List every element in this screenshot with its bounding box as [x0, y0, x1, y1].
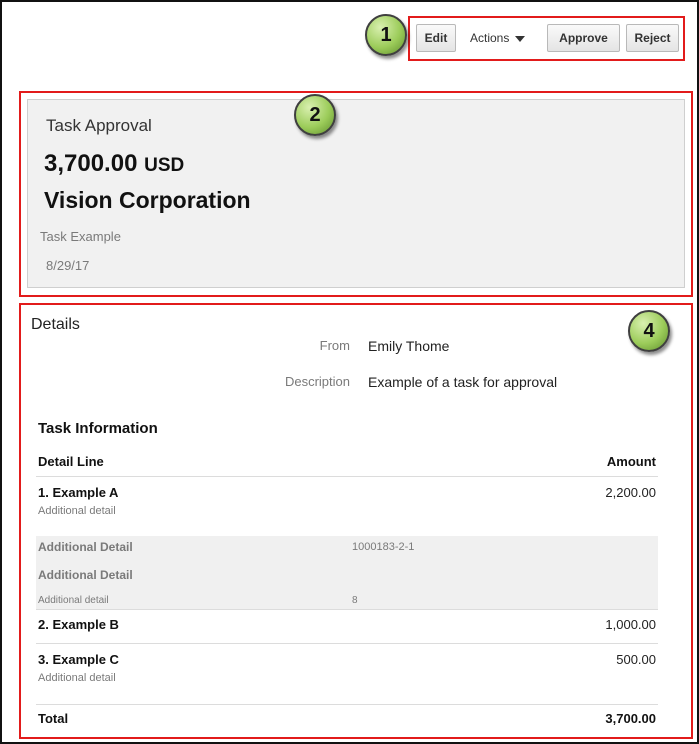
- edit-button[interactable]: Edit: [416, 24, 456, 52]
- line-2-amount: 1,000.00: [605, 617, 656, 632]
- task-type: Task Approval: [46, 116, 152, 135]
- currency-code: USD: [144, 155, 185, 176]
- from-label: From: [319, 338, 350, 353]
- total-label: Total: [38, 711, 69, 726]
- chevron-down-icon: [515, 36, 526, 42]
- table-divider: [36, 476, 658, 477]
- callout-4: 4: [628, 310, 670, 352]
- line-3-name: 3. Example C: [38, 652, 119, 667]
- line-1-amount: 2,200.00: [605, 485, 656, 500]
- task-information-title: Task Information: [38, 420, 158, 437]
- line-2-name: 2. Example B: [38, 617, 119, 632]
- task-amount: 3,700.00 USD: [44, 150, 184, 178]
- line-1-name: 1. Example A: [38, 485, 119, 500]
- actions-menu[interactable]: Actions: [470, 24, 526, 52]
- line-1-sub: Additional detail: [38, 505, 116, 517]
- company-name: Vision Corporation: [44, 187, 251, 213]
- description-label: Description: [284, 374, 350, 389]
- line-3-sub: Additional detail: [38, 672, 116, 684]
- total-amount: 3,700.00: [605, 711, 656, 726]
- extra-3-value: 8: [352, 595, 358, 606]
- task-name: Task Example: [40, 229, 121, 244]
- amount-value: 3,700.00: [44, 150, 138, 177]
- actions-label: Actions: [470, 31, 510, 45]
- column-header-detail-line: Detail Line: [38, 454, 104, 469]
- line-3-amount: 500.00: [616, 652, 656, 667]
- extra-1-value: 1000183-2-1: [352, 541, 415, 553]
- description-value: Example of a task for approval: [368, 374, 558, 390]
- details-title: Details: [31, 316, 80, 333]
- table-divider: [36, 643, 658, 644]
- extra-1-label: Additional Detail: [38, 540, 133, 554]
- table-divider: [36, 609, 658, 610]
- callout-1: 1: [365, 14, 407, 56]
- table-divider: [36, 704, 658, 705]
- reject-button[interactable]: Reject: [626, 24, 679, 52]
- extra-2-label: Additional Detail: [38, 568, 133, 582]
- task-date: 8/29/17: [46, 258, 90, 273]
- from-value: Emily Thome: [368, 338, 450, 354]
- extra-3-label: Additional detail: [38, 595, 109, 606]
- callout-2: 2: [294, 94, 336, 136]
- approve-button[interactable]: Approve: [547, 24, 620, 52]
- column-header-amount: Amount: [606, 454, 656, 469]
- details-highlight: [19, 303, 693, 739]
